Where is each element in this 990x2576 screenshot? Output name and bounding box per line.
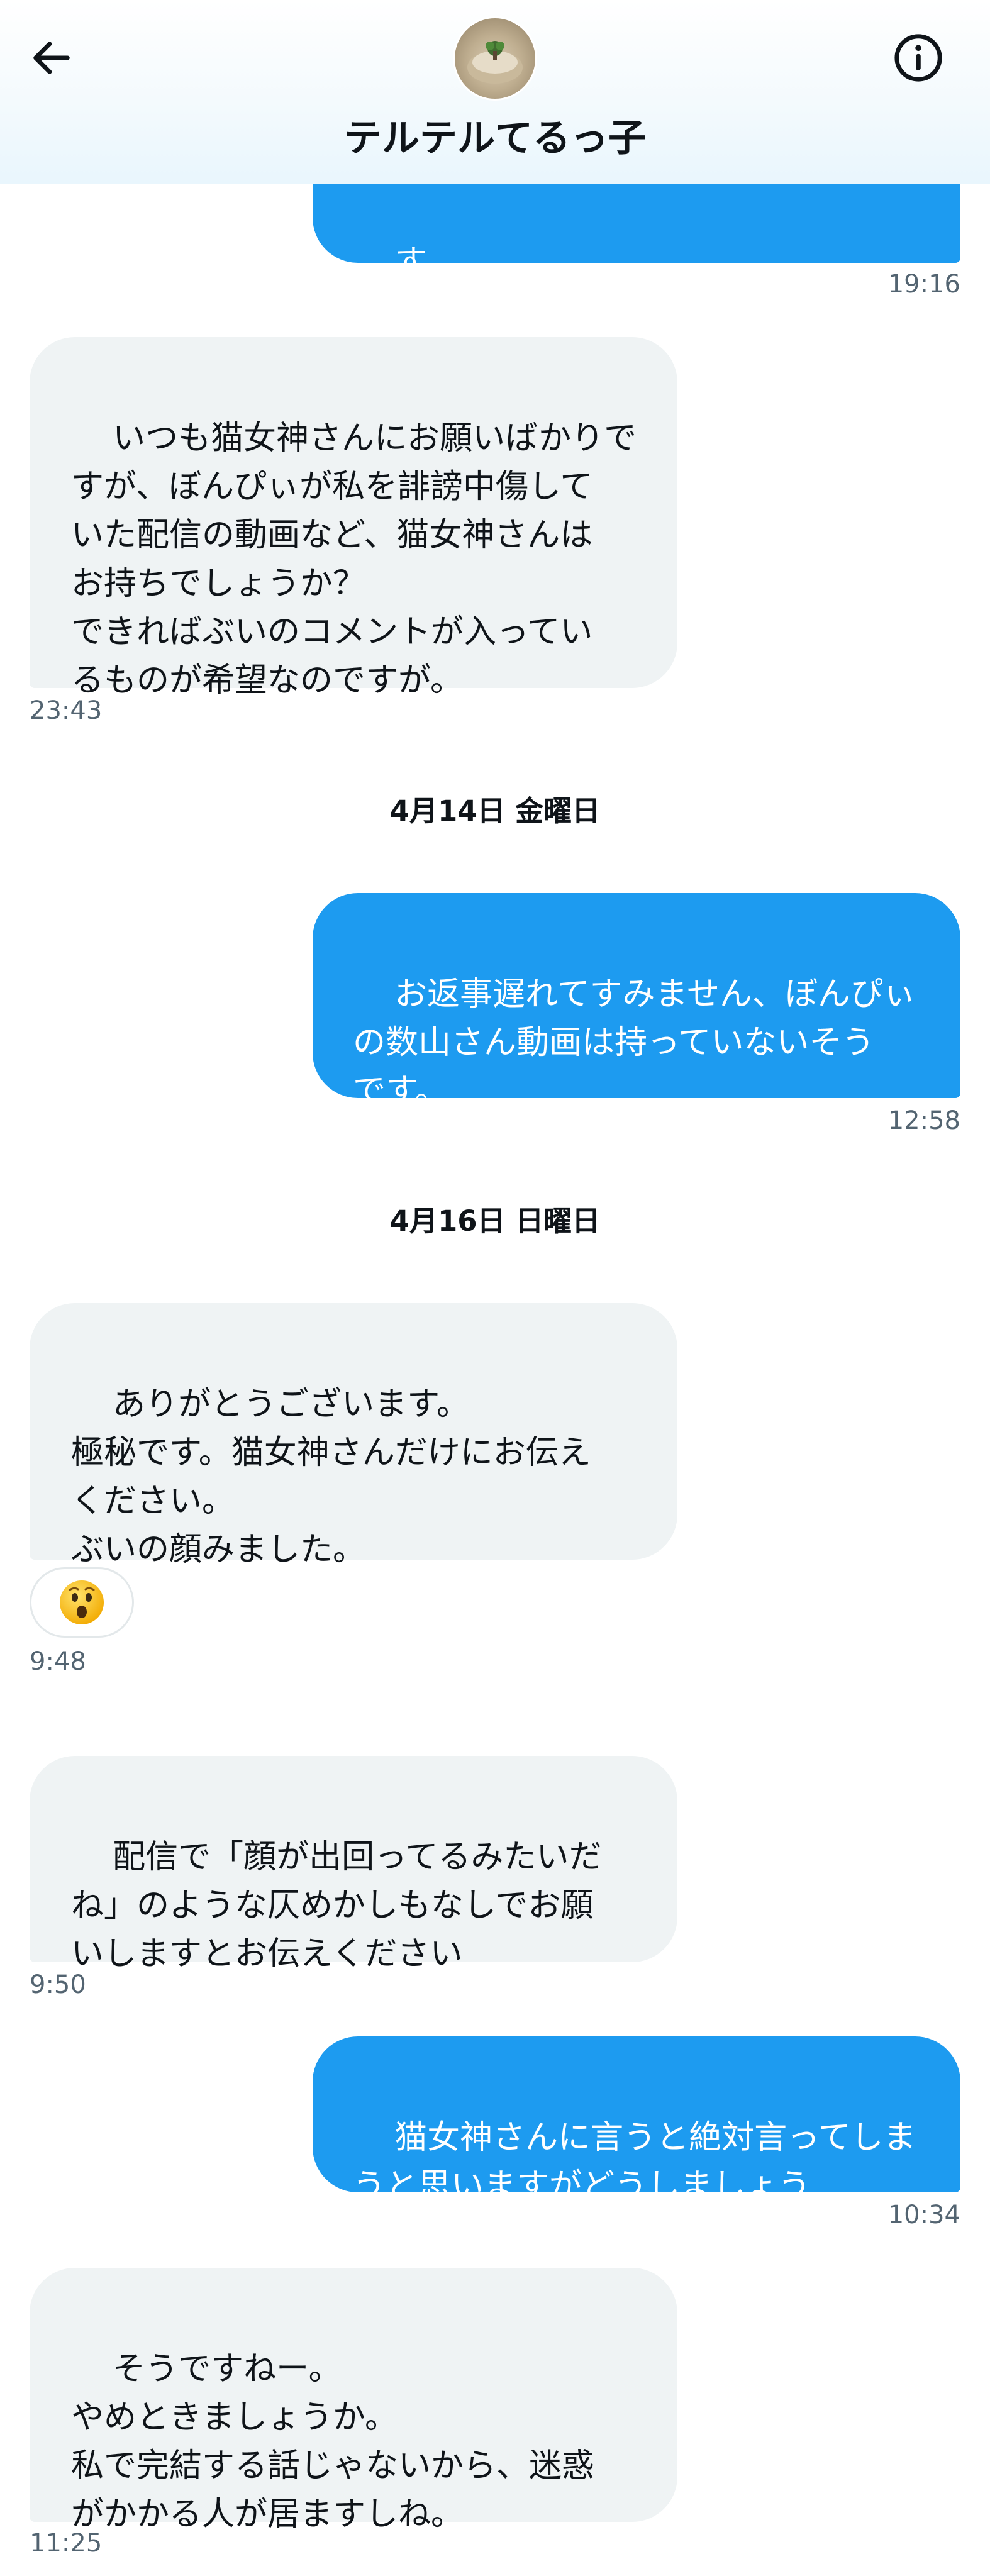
info-circle-icon: [894, 34, 942, 82]
message-bubble-incoming[interactable]: ありがとうございます。 極秘です。猫女神さんだけにお伝え ください。 ぶいの顔み…: [30, 1303, 677, 1568]
message-text: そうですねー。 やめときましょうか。 私で完結する話じゃないから、迷惑 がかかる…: [71, 2350, 595, 2533]
message-bubble-outgoing[interactable]: お返事遅れてすみません、ぼんぴぃ の数山さん動画は持っていないそう です。: [313, 893, 960, 1110]
back-button[interactable]: [23, 29, 81, 87]
message-text: 猫女神さんに言うと絶対言ってしま うと思いますがどうしましょう: [353, 2119, 916, 2205]
message-timestamp: 23:43: [30, 696, 103, 725]
avatar[interactable]: [453, 16, 537, 101]
conversation-info-button[interactable]: [889, 29, 947, 87]
avatar-image: [467, 41, 523, 84]
message-bubble-outgoing[interactable]: 猫女神さんに言うと絶対言ってしま うと思いますがどうしましょう: [313, 2036, 960, 2205]
message-timestamp: 11:25: [30, 2529, 103, 2558]
message-bubble-incoming[interactable]: いつも猫女神さんにお願いばかりで すが、ぼんぴぃが私を誹謗中傷して いた配信の動…: [30, 337, 677, 699]
message-timestamp: 9:48: [30, 1647, 86, 1676]
message-bubble-incoming[interactable]: 配信で「顔が出回ってるみたいだ ね」のような仄めかしもなしでお願 いしますとお伝…: [30, 1756, 677, 1973]
date-separator: 4月16日 日曜日: [389, 1204, 601, 1238]
arrow-left-icon: [33, 42, 70, 74]
message-text: いつも猫女神さんにお願いばかりで すが、ぼんぴぃが私を誹謗中傷して いた配信の動…: [71, 419, 637, 699]
message-bubble-incoming[interactable]: そうですねー。 やめときましょうか。 私で完結する話じゃないから、迷惑 がかかる…: [30, 2268, 677, 2533]
contact-name[interactable]: テルテルてるっ子: [0, 113, 990, 164]
message-thread[interactable]: す 19:16 いつも猫女神さんにお願いばかりで すが、ぼんぴぃが私を誹謗中傷し…: [0, 0, 990, 2576]
message-text: ありがとうございます。 極秘です。猫女神さんだけにお伝え ください。 ぶいの顔み…: [71, 1385, 591, 1568]
message-timestamp: 19:16: [887, 270, 960, 299]
message-timestamp: 10:34: [887, 2201, 960, 2229]
message-reaction[interactable]: [30, 1567, 134, 1638]
message-text: す: [394, 243, 428, 281]
astonished-face-icon: [60, 1580, 104, 1624]
message-text: 配信で「顔が出回ってるみたいだ ね」のような仄めかしもなしでお願 いしますとお伝…: [71, 1838, 602, 1973]
date-separator: 4月14日 金曜日: [389, 794, 601, 828]
conversation-header: テルテルてるっ子: [0, 0, 990, 184]
message-timestamp: 12:58: [887, 1106, 960, 1135]
message-text: お返事遅れてすみません、ぼんぴぃ の数山さん動画は持っていないそう です。: [353, 975, 916, 1110]
message-timestamp: 9:50: [30, 1970, 86, 1999]
